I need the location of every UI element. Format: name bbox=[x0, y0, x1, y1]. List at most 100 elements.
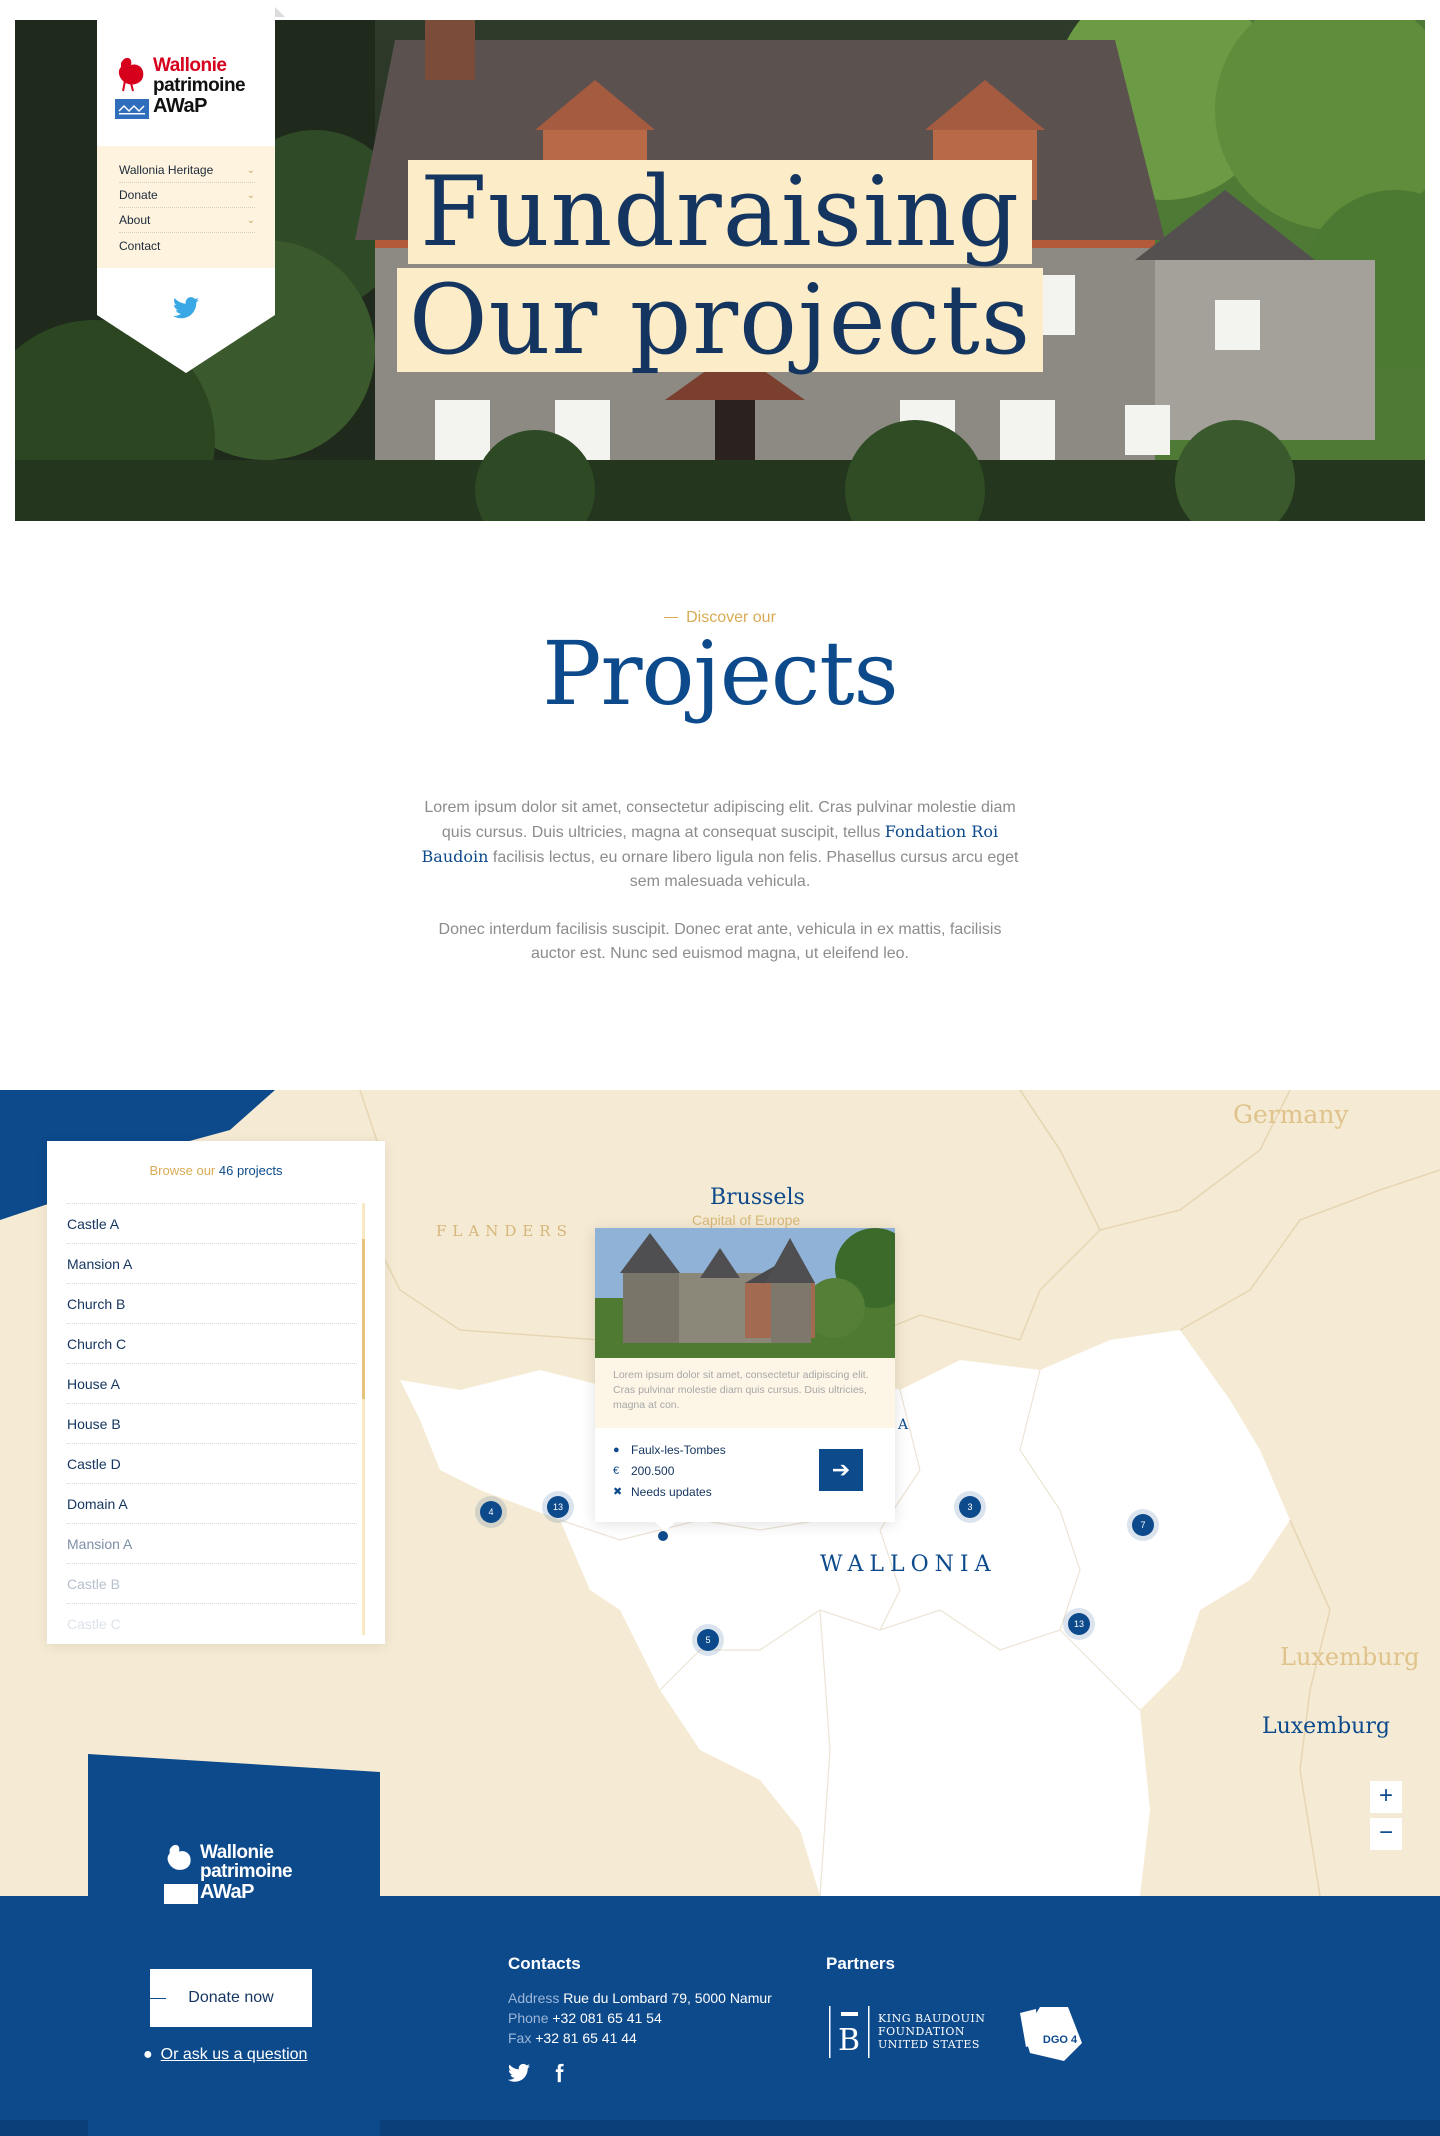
phone-value[interactable]: +32 081 65 41 54 bbox=[552, 2010, 661, 2026]
map-cluster-marker[interactable]: 5 bbox=[697, 1629, 719, 1651]
nav-card: Wallonie patrimoine AWaP Wallonia Herita… bbox=[97, 5, 285, 373]
logo-line1: Wallonie bbox=[153, 55, 227, 76]
donate-button-accent-line bbox=[138, 1998, 166, 1999]
nav-item-about[interactable]: About ⌄ bbox=[119, 208, 255, 233]
nav-item-label: Donate bbox=[119, 188, 158, 202]
browse-prefix: Browse our bbox=[149, 1163, 216, 1178]
contacts-block: Address Rue du Lombard 79, 5000 Namur Ph… bbox=[508, 1988, 772, 2048]
donate-now-button[interactable]: Donate now bbox=[150, 1969, 312, 2027]
projects-list-header: Browse our 46 projects bbox=[47, 1141, 385, 1203]
map-pin-icon: ● bbox=[613, 1443, 620, 1456]
map-cluster-marker[interactable]: 13 bbox=[547, 1496, 569, 1518]
hero-title-line1: Fundraising bbox=[408, 160, 1032, 264]
amount-text: 200.500 bbox=[631, 1463, 675, 1478]
intro-text-part: facilisis lectus, eu ornare libero ligul… bbox=[488, 849, 1019, 890]
map-cluster-marker[interactable]: 3 bbox=[959, 1496, 981, 1518]
map-cluster-marker[interactable]: 13 bbox=[1068, 1613, 1090, 1635]
list-item[interactable]: Church B bbox=[67, 1283, 357, 1323]
intro-paragraph-1: Lorem ipsum dolor sit amet, consectetur … bbox=[415, 796, 1025, 894]
list-item[interactable]: Castle B bbox=[67, 1563, 357, 1603]
dgo4-mark-icon: DGO 4 bbox=[1020, 2007, 1082, 2061]
eyebrow-dash bbox=[664, 617, 679, 619]
arrow-right-icon: ➔ bbox=[831, 1457, 851, 1482]
address-value: Rue du Lombard 79, 5000 Namur bbox=[563, 1990, 772, 2006]
list-scrollbar-thumb[interactable] bbox=[362, 1239, 365, 1399]
dgo4-label: DGO 4 bbox=[1043, 2034, 1078, 2046]
list-item[interactable]: Church C bbox=[67, 1323, 357, 1363]
list-item[interactable]: Domain A bbox=[67, 1483, 357, 1523]
projects-title: Projects bbox=[542, 622, 898, 725]
contacts-heading: Contacts bbox=[508, 1954, 581, 1973]
map-label-germany: Germany bbox=[1233, 1100, 1349, 1129]
map-cluster-marker[interactable]: 4 bbox=[480, 1501, 502, 1523]
king-baudouin-foundation-logo[interactable]: B KING BAUDOUIN FOUNDATION UNITED STATES bbox=[828, 2002, 988, 2060]
tools-icon: ✖ bbox=[613, 1486, 623, 1498]
euro-icon: € bbox=[613, 1464, 620, 1477]
chevron-down-icon: ⌄ bbox=[246, 164, 255, 176]
rooster-icon bbox=[167, 1844, 191, 1870]
logo-line3: AWaP bbox=[153, 95, 207, 117]
nav-item-wallonia-heritage[interactable]: Wallonia Heritage ⌄ bbox=[119, 158, 255, 183]
rooster-icon bbox=[118, 57, 144, 92]
footer-logo-line2: patrimoine bbox=[200, 1861, 293, 1882]
awap-mark-icon bbox=[164, 1884, 198, 1904]
chevron-down-icon: ⌄ bbox=[246, 189, 255, 201]
map-cluster-marker[interactable]: 7 bbox=[1132, 1514, 1154, 1536]
ask-question-link[interactable]: ● Or ask us a question bbox=[143, 2046, 307, 2064]
zoom-in-button[interactable]: + bbox=[1370, 1781, 1402, 1813]
chevron-down-icon: ⌄ bbox=[246, 214, 255, 226]
project-popup: Lorem ipsum dolor sit amet, consectetur … bbox=[595, 1228, 895, 1532]
list-item[interactable]: Castle C bbox=[67, 1603, 357, 1643]
map-label-flanders: FLANDERS bbox=[436, 1222, 573, 1240]
kbf-line3: UNITED STATES bbox=[878, 2038, 980, 2051]
awap-mark-icon bbox=[115, 99, 149, 119]
contact-phone: Phone +32 081 65 41 54 bbox=[508, 2008, 772, 2028]
map-label-luxemburg-province: Luxemburg bbox=[1262, 1714, 1390, 1739]
map-label-brussels: Brussels bbox=[710, 1185, 805, 1210]
fax-label: Fax bbox=[508, 2030, 532, 2046]
partners-heading: Partners bbox=[826, 1954, 895, 1973]
main-nav: Wallonia Heritage ⌄ Donate ⌄ About ⌄ Con… bbox=[97, 146, 275, 268]
dgo4-logo[interactable]: DGO 4 bbox=[1020, 2003, 1086, 2065]
nav-item-label: About bbox=[119, 213, 151, 227]
kbf-crest-icon: B bbox=[829, 2006, 870, 2058]
nav-item-contact[interactable]: Contact bbox=[119, 233, 255, 258]
map-label-luxemburg-country: Luxemburg bbox=[1280, 1643, 1420, 1671]
logo-line2: patrimoine bbox=[153, 75, 246, 96]
kbf-text: KING BAUDOUIN FOUNDATION UNITED STATES bbox=[878, 2012, 985, 2051]
phone-label: Phone bbox=[508, 2010, 549, 2026]
map-label-partial: A bbox=[898, 1417, 913, 1433]
view-project-button[interactable]: ➔ bbox=[819, 1449, 863, 1491]
nav-item-donate[interactable]: Donate ⌄ bbox=[119, 183, 255, 208]
kbf-line2: FOUNDATION bbox=[878, 2025, 966, 2038]
list-item[interactable]: Mansion A bbox=[67, 1243, 357, 1283]
project-photo bbox=[595, 1228, 895, 1358]
twitter-icon[interactable] bbox=[173, 297, 199, 319]
contact-address: Address Rue du Lombard 79, 5000 Namur bbox=[508, 1988, 772, 2008]
footer-awap-logo[interactable]: Wallonie patrimoine AWaP bbox=[164, 1842, 314, 1906]
svg-text:B: B bbox=[838, 2023, 860, 2058]
projects-count: 46 projects bbox=[218, 1163, 283, 1178]
projects-list-panel: Browse our 46 projects Castle A Mansion … bbox=[47, 1141, 385, 1644]
project-location: ● Faulx-les-Tombes bbox=[613, 1439, 726, 1460]
list-item[interactable]: Castle A bbox=[67, 1203, 357, 1243]
map-label-capital: Capital of Europe bbox=[692, 1212, 801, 1228]
footer-donate-card bbox=[88, 1754, 380, 2136]
project-description: Lorem ipsum dolor sit amet, consectetur … bbox=[595, 1358, 895, 1428]
list-item[interactable]: Mansion A bbox=[67, 1523, 357, 1563]
hero-title-line2: Our projects bbox=[396, 268, 1044, 372]
kbf-line1: KING BAUDOUIN bbox=[878, 2012, 986, 2025]
list-item[interactable]: House B bbox=[67, 1403, 357, 1443]
list-item[interactable]: Castle D bbox=[67, 1443, 357, 1483]
selected-project-marker[interactable] bbox=[658, 1531, 668, 1541]
twitter-icon[interactable] bbox=[508, 2062, 530, 2084]
zoom-out-button[interactable]: − bbox=[1370, 1818, 1402, 1850]
map-label-wallonia: WALLONIA bbox=[820, 1552, 997, 1577]
intro-paragraph-2: Donec interdum facilisis suscipit. Donec… bbox=[438, 921, 1002, 962]
list-item[interactable]: House A bbox=[67, 1363, 357, 1403]
projects-list: Castle A Mansion A Church B Church C Hou… bbox=[67, 1203, 357, 1643]
project-status: ✖ Needs updates bbox=[613, 1481, 726, 1502]
address-label: Address bbox=[508, 1990, 560, 2006]
fax-value: +32 81 65 41 44 bbox=[535, 2030, 637, 2046]
facebook-icon[interactable] bbox=[548, 2062, 570, 2084]
